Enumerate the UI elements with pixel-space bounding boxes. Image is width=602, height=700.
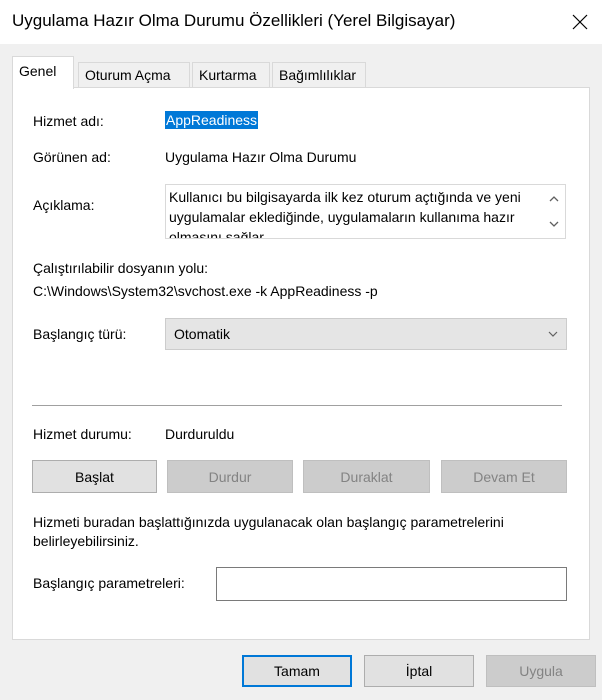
startup-type-dropdown[interactable]: Otomatik xyxy=(165,318,567,350)
general-tab-panel xyxy=(12,87,590,640)
service-status-value: Durduruldu xyxy=(165,426,235,442)
chevron-down-icon xyxy=(549,221,559,227)
description-text: Kullanıcı bu bilgisayarda ilk kez oturum… xyxy=(169,189,521,239)
service-name-value[interactable]: AppReadiness xyxy=(165,111,259,129)
tab-general[interactable]: Genel xyxy=(12,56,74,89)
start-params-label: Başlangıç parametreleri: xyxy=(33,575,185,591)
section-divider xyxy=(32,405,562,406)
stop-button[interactable]: Durdur xyxy=(167,460,293,493)
chevron-down-icon xyxy=(548,331,558,337)
start-params-hint: Hizmeti buradan başlattığınızda uygulana… xyxy=(33,514,504,549)
service-name-text: AppReadiness xyxy=(165,111,259,129)
resume-button[interactable]: Devam Et xyxy=(441,460,567,493)
chevron-up-icon xyxy=(549,196,559,202)
cancel-button[interactable]: İptal xyxy=(364,655,474,687)
description-label: Açıklama: xyxy=(33,197,95,213)
tab-logon[interactable]: Oturum Açma xyxy=(78,62,190,88)
service-name-label: Hizmet adı: xyxy=(33,113,104,129)
close-icon xyxy=(572,14,588,30)
pause-button[interactable]: Duraklat xyxy=(303,460,430,493)
exe-path-value[interactable]: C:\Windows\System32\svchost.exe -k AppRe… xyxy=(33,283,378,299)
startup-type-selected: Otomatik xyxy=(174,326,231,342)
close-button[interactable] xyxy=(560,4,600,40)
tab-recovery[interactable]: Kurtarma xyxy=(192,62,270,88)
window-title: Uygulama Hazır Olma Durumu Özellikleri (… xyxy=(12,11,456,30)
description-box[interactable]: Kullanıcı bu bilgisayarda ilk kez oturum… xyxy=(165,184,566,239)
display-name-value[interactable]: Uygulama Hazır Olma Durumu xyxy=(165,149,356,165)
exe-path-label: Çalıştırılabilir dosyanın yolu: xyxy=(33,260,209,276)
title-bar: Uygulama Hazır Olma Durumu Özellikleri (… xyxy=(0,0,602,44)
scrollbar-arrows xyxy=(549,196,559,227)
start-params-input[interactable] xyxy=(216,567,567,601)
apply-button[interactable]: Uygula xyxy=(486,655,596,687)
tab-dependencies[interactable]: Bağımlılıklar xyxy=(272,62,366,88)
description-scrollbar[interactable] xyxy=(543,185,565,238)
ok-button[interactable]: Tamam xyxy=(242,655,352,687)
display-name-label: Görünen ad: xyxy=(33,149,111,165)
service-status-label: Hizmet durumu: xyxy=(33,426,132,442)
start-button[interactable]: Başlat xyxy=(32,460,157,493)
startup-type-label: Başlangıç türü: xyxy=(33,326,127,342)
